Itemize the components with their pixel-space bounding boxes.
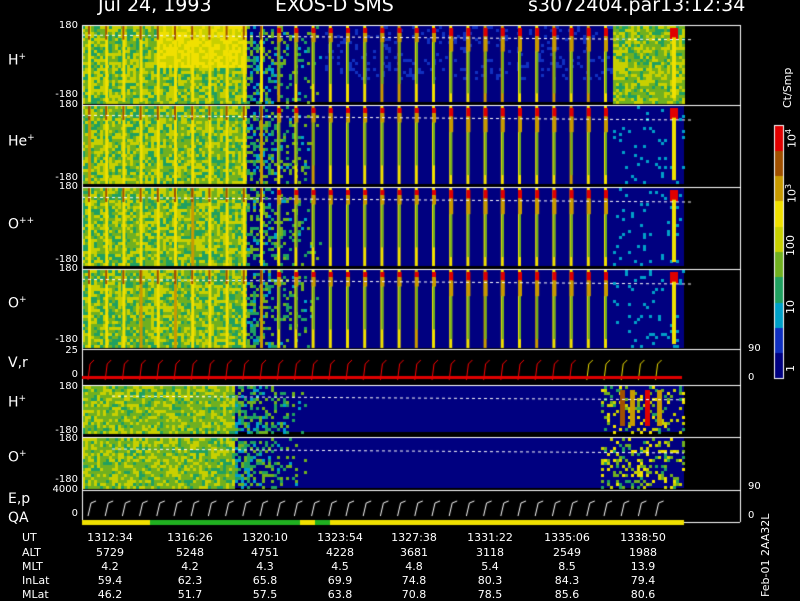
ephemeris-cell: 1323:54 xyxy=(317,531,363,544)
ephemeris-cell: 4.2 xyxy=(181,560,199,573)
ephem-label-inlat: InLat xyxy=(22,574,50,587)
ephemeris-cell: 5729 xyxy=(96,546,124,559)
ytick-h-top: 180 xyxy=(58,20,78,31)
ephemeris-cell: 62.3 xyxy=(177,574,203,587)
ytick-ep-top: 4000 xyxy=(52,484,78,495)
panel-label-o-plus-2: O+ xyxy=(8,449,27,466)
ephemeris-cell: 1316:26 xyxy=(167,531,213,544)
ytick-vr-bottom: 0 xyxy=(71,369,78,380)
ep-right-top: 90 xyxy=(748,481,761,492)
ephemeris-cell: 79.4 xyxy=(630,574,656,587)
ephemeris-cell: 85.6 xyxy=(554,588,580,601)
panel-label-h-plus-2: H+ xyxy=(8,394,27,411)
ephemeris-cell: 74.8 xyxy=(401,574,427,587)
ephemeris-cell: 1320:10 xyxy=(242,531,288,544)
ephemeris-cell: 80.6 xyxy=(630,588,656,601)
ytick-opp-top: 180 xyxy=(58,181,78,192)
plot-time: 13:12:34 xyxy=(660,0,746,16)
ephemeris-cell: 1327:38 xyxy=(391,531,437,544)
colorbar-tick-100: 100 xyxy=(784,235,797,256)
ephemeris-cell: 1331:22 xyxy=(467,531,513,544)
ephemeris-cell: 69.9 xyxy=(327,574,353,587)
ephemeris-cell: 46.2 xyxy=(97,588,123,601)
ephemeris-cell: 8.5 xyxy=(558,560,576,573)
vr-right-bottom: 0 xyxy=(748,372,755,383)
panel-label-o-plus: O+ xyxy=(8,295,27,312)
ephemeris-cell: 80.3 xyxy=(477,574,503,587)
ephemeris-cell: 84.3 xyxy=(554,574,580,587)
colorbar-unit: Ct/Smp xyxy=(781,67,794,108)
ephemeris-cell: 1335:06 xyxy=(544,531,590,544)
colorbar-tick-1: 1 xyxy=(784,365,797,372)
ephemeris-cell: 1312:34 xyxy=(87,531,133,544)
panel-label-he-plus: He+ xyxy=(8,133,35,150)
ytick-h2-top: 180 xyxy=(58,381,78,392)
ephemeris-cell: 63.8 xyxy=(327,588,353,601)
panel-label-h-plus: H+ xyxy=(8,52,27,69)
ephemeris-cell: 4.5 xyxy=(331,560,349,573)
ephemeris-cell: 1988 xyxy=(629,546,657,559)
ephem-label-alt: ALT xyxy=(22,546,41,559)
ephemeris-cell: 59.4 xyxy=(97,574,123,587)
ephemeris-cell: 65.8 xyxy=(252,574,278,587)
ytick-o2-top: 180 xyxy=(58,433,78,444)
side-label: Feb-01 2AA32L xyxy=(759,513,772,597)
ytick-op-bottom: -180 xyxy=(55,334,78,345)
ephemeris-cell: 3681 xyxy=(400,546,428,559)
ephemeris-cell: 51.7 xyxy=(177,588,203,601)
colorbar-tick-10: 10 xyxy=(784,300,797,314)
colorbar-tick-1e3: 103 xyxy=(784,183,799,203)
ephemeris-cell: 70.8 xyxy=(401,588,427,601)
ephemeris-cell: 4751 xyxy=(251,546,279,559)
ephem-label-ut: UT xyxy=(22,531,37,544)
ephemeris-cell: 1338:50 xyxy=(620,531,666,544)
ephemeris-cell: 3118 xyxy=(476,546,504,559)
ephemeris-cell: 4.2 xyxy=(101,560,119,573)
ytick-op-top: 180 xyxy=(58,263,78,274)
panel-label-o-plus-plus: O++ xyxy=(8,216,35,233)
ephemeris-cell: 4.3 xyxy=(256,560,274,573)
ytick-vr-top: 25 xyxy=(65,345,78,356)
ephemeris-cell: 5.4 xyxy=(481,560,499,573)
ephemeris-cell: 13.9 xyxy=(630,560,656,573)
ephemeris-cell: 57.5 xyxy=(252,588,278,601)
ephem-label-mlat: MLat xyxy=(22,588,49,601)
ephemeris-cell: 4228 xyxy=(326,546,354,559)
data-file-name: s3072404.par xyxy=(528,0,661,16)
instrument-title: EXOS-D SMS xyxy=(275,0,394,16)
ytick-ep-bottom: 0 xyxy=(71,508,78,519)
ephemeris-cell: 5248 xyxy=(176,546,204,559)
spectrogram-plot xyxy=(0,0,800,600)
plot-date: Jul 24, 1993 xyxy=(98,0,212,16)
ephemeris-cell: 2549 xyxy=(553,546,581,559)
ephem-label-mlt: MLT xyxy=(22,560,43,573)
ephemeris-cell: 4.8 xyxy=(405,560,423,573)
ytick-he-top: 180 xyxy=(58,99,78,110)
ephemeris-cell: 78.5 xyxy=(477,588,503,601)
colorbar-tick-1e4: 104 xyxy=(784,128,799,148)
vr-right-top: 90 xyxy=(748,343,761,354)
